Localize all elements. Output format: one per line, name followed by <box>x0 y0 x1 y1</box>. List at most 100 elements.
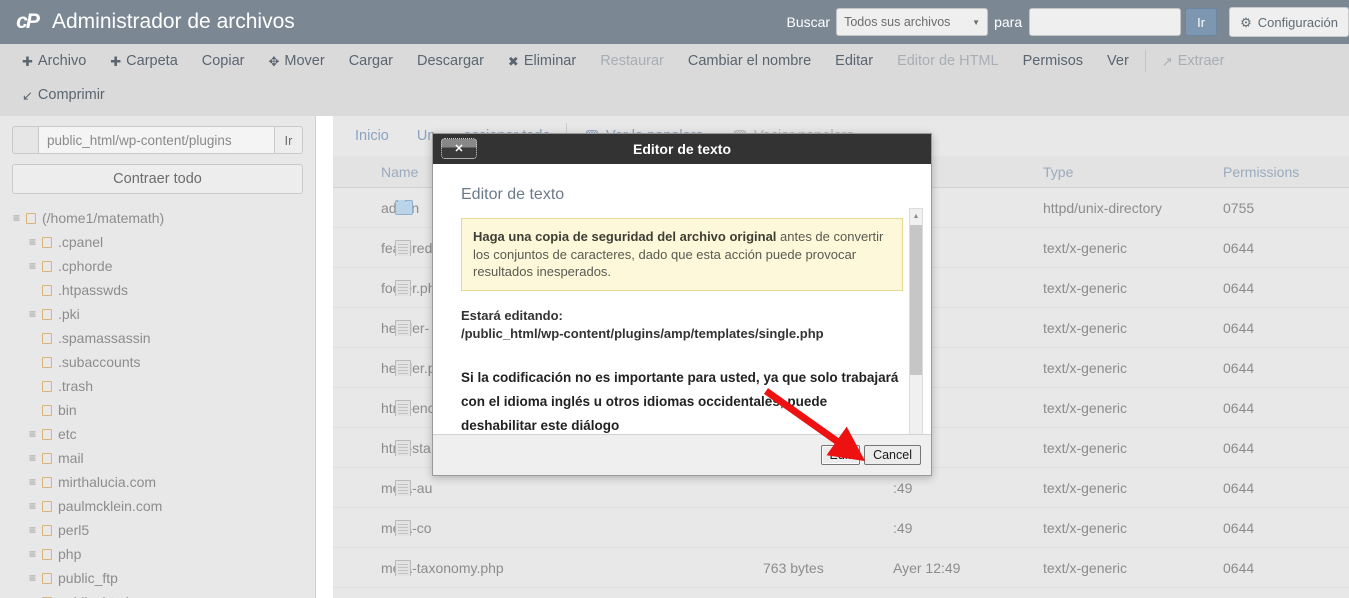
file-action-label: Inicio <box>355 128 389 144</box>
document-icon-glyph <box>395 519 411 536</box>
folder-icon <box>395 199 413 216</box>
tree-node-etc[interactable]: ≡ etc <box>10 422 315 446</box>
dialog-scrollbar[interactable]: ▲ ▼ <box>909 208 923 434</box>
tree-expand-icon[interactable]: ≡ <box>26 571 39 585</box>
tree-node-htpasswds[interactable]: ≡.htpasswds <box>10 278 315 302</box>
app-header: cP Administrador de archivos Buscar Todo… <box>0 0 1349 44</box>
search-scope-select[interactable]: Todos sus archivos ▼ <box>836 8 989 36</box>
toolbar-row-primary: ✚ Archivo ✚ Carpeta Copiar ✥ Mover Cargar Descar… <box>0 44 1349 78</box>
tree-node-cphorde[interactable]: ≡ .cphorde <box>10 254 315 278</box>
document-icon <box>395 319 413 336</box>
tree-node-label: .cpanel <box>58 234 104 250</box>
tree-node-paulmcklein-com[interactable]: ≡ paulmcklein.com <box>10 494 315 518</box>
toolbar-item-editor-de-html: Editor de HTML <box>885 44 1011 78</box>
folder-icon <box>42 284 52 296</box>
tree-node-public-ftp[interactable]: ≡ public_ftp <box>10 566 315 590</box>
file-permissions: 0644 <box>1223 399 1255 416</box>
table-row[interactable]: meta-taxonomy.php 763 bytes Ayer 12:49 text… <box>333 548 1349 588</box>
file-type: text/x-generic <box>1043 479 1128 496</box>
tree-node-pki[interactable]: ≡ .pki <box>10 302 315 326</box>
folder-icon <box>42 500 52 512</box>
tree-expand-icon[interactable]: ≡ <box>10 211 23 225</box>
dialog-scroll-down-icon[interactable]: ▼ <box>910 433 922 434</box>
tree-node-label: perl5 <box>58 522 90 538</box>
document-icon-glyph <box>395 439 411 456</box>
document-icon-glyph <box>395 479 411 496</box>
tree-expand-icon[interactable]: ≡ <box>26 547 39 561</box>
file-type: text/x-generic <box>1043 319 1128 336</box>
toolbar-item-eliminar[interactable]: ✖ Eliminar <box>496 44 588 78</box>
edit-button[interactable]: Edit <box>820 445 861 465</box>
column-header-type[interactable]: Type <box>1043 164 1223 180</box>
toolbar-item-editar[interactable]: Editar <box>823 44 885 78</box>
tree-expand-icon[interactable]: ≡ <box>26 427 39 441</box>
close-x-icon[interactable]: ✕ <box>441 138 477 159</box>
search-go-button[interactable]: Ir <box>1185 8 1218 36</box>
toolbar-item-carpeta[interactable]: ✚ Carpeta <box>98 44 190 78</box>
tree-node-bin[interactable]: ≡bin <box>10 398 315 422</box>
toolbar-row-secondary: ↙ Comprimir <box>0 78 1349 112</box>
tree-expand-icon[interactable]: ≡ <box>26 307 39 321</box>
file-name-cell: meta-co <box>333 519 763 536</box>
tree-expand-icon[interactable]: ≡ <box>26 235 39 249</box>
cancel-button[interactable]: Cancel <box>864 445 921 465</box>
warning-bold-text: Haga una copia de seguridad del archivo … <box>473 229 777 244</box>
toolbar-item-label: Carpeta <box>126 53 178 69</box>
toolbar-item-comprimir[interactable]: ↙ Comprimir <box>10 78 117 112</box>
toolbar-item-permisos[interactable]: Permisos <box>1011 44 1095 78</box>
tree-node-mail[interactable]: ≡ mail <box>10 446 315 470</box>
toolbar-item-mover[interactable]: ✥ Mover <box>256 44 336 78</box>
tree-node-home1-matemath[interactable]: ≡ (/home1/matemath) <box>10 206 315 230</box>
tree-node-label: php <box>58 546 82 562</box>
tree-node-public-html[interactable]: ≡public_html <box>10 590 315 598</box>
document-icon-glyph <box>395 399 411 416</box>
tree-node-perl5[interactable]: ≡ perl5 <box>10 518 315 542</box>
dialog-scroll-up-icon[interactable]: ▲ <box>910 209 922 223</box>
table-row[interactable]: meta-time.php390 bytesAyer 12:49text/x-g… <box>333 588 1349 598</box>
table-row[interactable]: meta-co:49 text/x-generic 0644 <box>333 508 1349 548</box>
chevron-down-icon: ▼ <box>972 17 981 27</box>
search-input[interactable] <box>1029 8 1182 36</box>
tree-node-trash[interactable]: ≡.trash <box>10 374 315 398</box>
tree-node-spamassassin[interactable]: ≡.spamassassin <box>10 326 315 350</box>
path-go-button[interactable]: Ir <box>275 126 303 154</box>
dialog-body: Editor de texto Haga una copia de seguri… <box>433 164 931 434</box>
column-header-permissions[interactable]: Permissions <box>1223 164 1349 180</box>
tree-expand-icon[interactable]: ≡ <box>26 451 39 465</box>
toolbar-item-label: Archivo <box>37 53 87 69</box>
tree-node-cpanel[interactable]: ≡ .cpanel <box>10 230 315 254</box>
document-icon <box>395 279 413 296</box>
toolbar-item-label: Extraer <box>1177 53 1225 69</box>
tree-node-mirthalucia-com[interactable]: ≡ mirthalucia.com <box>10 470 315 494</box>
toolbar-item-cambiar-el-nombre[interactable]: Cambiar el nombre <box>676 44 823 78</box>
backup-warning-box: Haga una copia de seguridad del archivo … <box>461 218 903 291</box>
tree-expand-icon[interactable]: ≡ <box>26 523 39 537</box>
expand-icon: ↗ <box>1161 53 1173 69</box>
toolbar-item-cargar[interactable]: Cargar <box>337 44 405 78</box>
document-icon <box>395 439 413 456</box>
document-icon <box>395 399 413 416</box>
toolbar-item-ver[interactable]: Ver <box>1095 44 1141 78</box>
document-icon-glyph <box>395 559 411 576</box>
file-type: text/x-generic <box>1043 239 1128 256</box>
folder-icon <box>42 404 52 416</box>
path-grip-handle[interactable] <box>12 126 38 154</box>
tree-node-php[interactable]: ≡ php <box>10 542 315 566</box>
collapse-all-button[interactable]: Contraer todo <box>12 164 303 194</box>
tree-expand-icon[interactable]: ≡ <box>26 259 39 273</box>
file-permissions: 0644 <box>1223 559 1255 576</box>
settings-button[interactable]: ⚙ Configuración <box>1229 7 1349 37</box>
tree-node-subaccounts[interactable]: ≡.subaccounts <box>10 350 315 374</box>
toolbar-item-label: Cargar <box>348 53 394 69</box>
tree-expand-icon[interactable]: ≡ <box>26 475 39 489</box>
toolbar-item-descargar[interactable]: Descargar <box>405 44 496 78</box>
dialog-scrollbar-thumb[interactable] <box>910 225 922 375</box>
file-type: text/x-generic <box>1043 559 1128 576</box>
toolbar-item-archivo[interactable]: ✚ Archivo <box>10 44 98 78</box>
toolbar-separator <box>1144 50 1146 72</box>
toolbar-item-copiar[interactable]: Copiar <box>190 44 257 78</box>
main-toolbar: ✚ Archivo ✚ Carpeta Copiar ✥ Mover Cargar Descar… <box>0 44 1349 116</box>
file-action-inicio[interactable]: Inicio <box>341 116 403 156</box>
path-input[interactable]: public_html/wp-content/plugins <box>38 126 275 154</box>
tree-expand-icon[interactable]: ≡ <box>26 499 39 513</box>
